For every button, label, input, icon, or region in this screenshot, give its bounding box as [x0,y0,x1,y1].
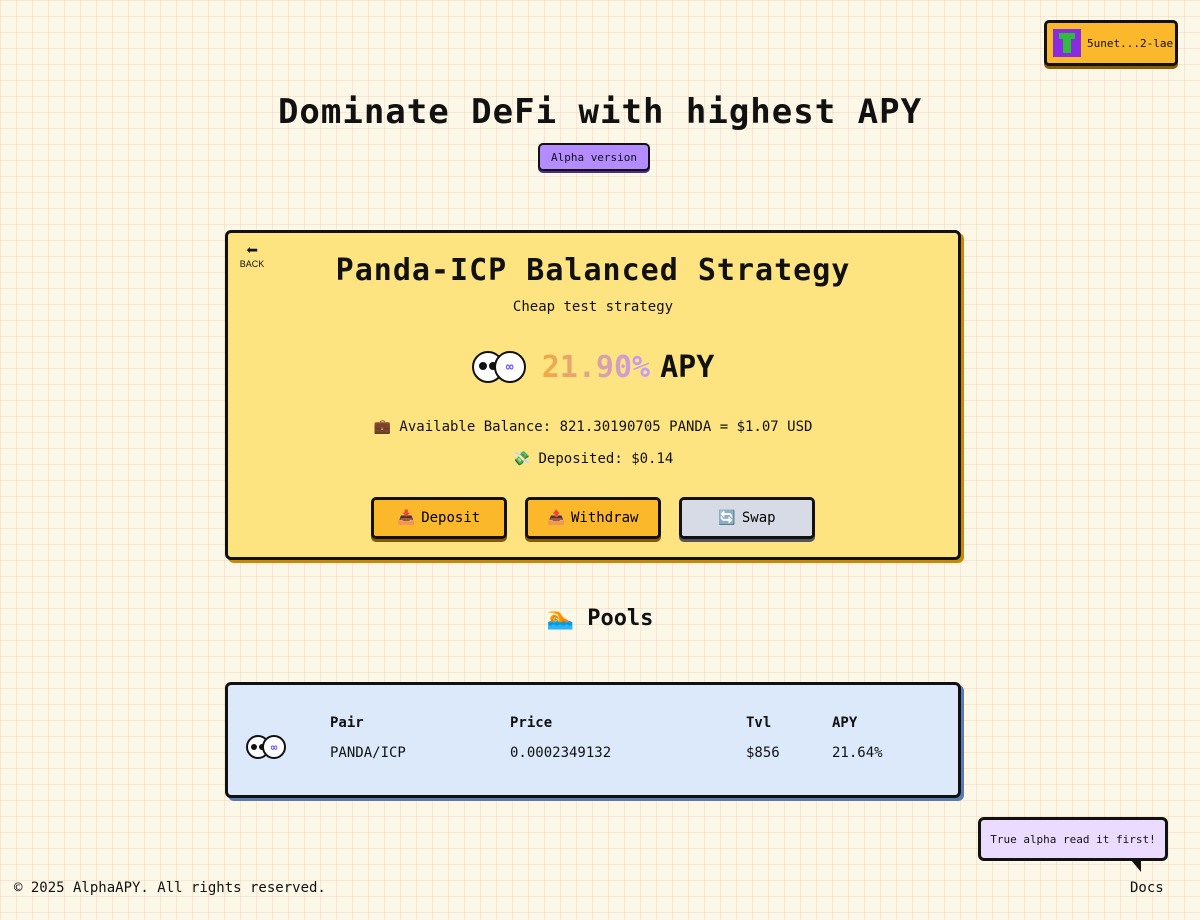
wallet-avatar [1053,29,1081,57]
pool-token-pair-icon: ∞ [246,735,290,767]
deposited-amount: 💸 Deposited: $0.14 [512,451,674,467]
column-header-tvl: Tvl [746,715,772,731]
pool-tvl: $856 [746,745,780,761]
deposit-button[interactable]: 📥 Deposit [371,497,507,539]
docs-callout-bubble[interactable]: True alpha read it first! [978,817,1168,872]
strategy-card: ⬅ BACK Panda-ICP Balanced Strategy Cheap… [225,230,961,560]
column-header-apy: APY [832,715,858,731]
withdraw-label: Withdraw [571,510,639,526]
available-balance: 💼 Available Balance: 821.30190705 PANDA … [373,419,813,435]
apy-value: 21.90% [541,349,651,385]
icp-token-icon: ∞ [262,735,286,759]
pool-pair: PANDA/ICP [330,745,406,761]
deposit-label: Deposit [421,510,481,526]
swap-label: Swap [741,510,776,526]
pool-apy: 21.64% [832,745,883,761]
swap-icon: 🔄 [718,510,736,526]
footer-copyright: © 2025 AlphaAPY. All rights reserved. [14,880,326,896]
swap-button[interactable]: 🔄 Swap [679,497,815,539]
action-row: 📥 Deposit 📤 Withdraw 🔄 Swap [228,497,958,539]
docs-link[interactable]: Docs [1130,880,1164,896]
column-header-pair: Pair [330,715,364,731]
pools-heading: 🏊 Pools [546,606,654,631]
apy-label: APY [660,349,715,385]
column-header-price: Price [510,715,553,731]
apy-row: ∞ 21.90% APY [228,347,958,387]
pools-table: ∞ Pair Price Tvl APY PANDA/ICP 0.0002349… [225,682,961,798]
outbox-icon: 📤 [547,510,565,526]
pool-price: 0.0002349132 [510,745,612,761]
wallet-address: 5unet...2-lae [1087,36,1174,50]
strategy-title: Panda-ICP Balanced Strategy [335,253,851,288]
strategy-subtitle: Cheap test strategy [512,299,674,315]
icp-token-icon: ∞ [493,351,526,383]
wallet-button[interactable]: 5unet...2-lae [1044,20,1178,66]
token-pair-icon: ∞ [471,347,532,387]
alpha-badge: Alpha version [538,143,650,171]
page-title: Dominate DeFi with highest APY [277,92,923,132]
withdraw-button[interactable]: 📤 Withdraw [525,497,661,539]
inbox-icon: 📥 [397,510,416,526]
